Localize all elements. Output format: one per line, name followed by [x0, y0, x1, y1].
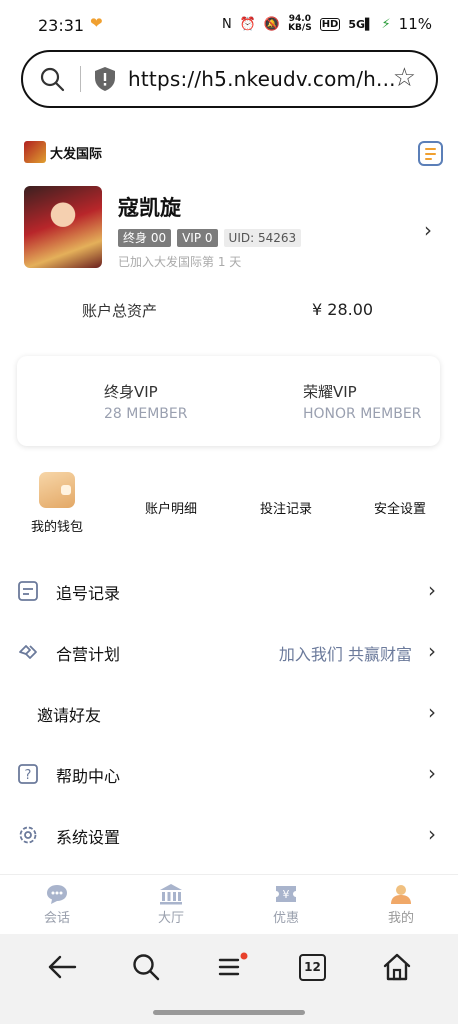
tab-hall[interactable]: 大厅 [136, 875, 206, 926]
gear-icon [19, 826, 37, 844]
signal-type: 5G [348, 17, 366, 31]
signal-icon: 5G▌ [348, 17, 374, 31]
tab-chat-label: 会话 [43, 911, 70, 926]
gesture-home-bar[interactable] [153, 1010, 305, 1015]
brand-logo: 大发国际 [24, 141, 102, 163]
tab-promo[interactable]: ¥ 优惠 [251, 875, 321, 926]
bank-icon [160, 884, 182, 905]
battery-icon: ⚡ [381, 16, 391, 32]
menu-item-chase-record[interactable]: 追号记录 › [0, 561, 458, 622]
lifetime-vip-sub: 28 MEMBER [104, 406, 188, 422]
status-bar: 23:31 ❤ N ⏰ 🔕 94.0 KB/S HD 5G▌ ⚡ 11% [0, 0, 458, 52]
chevron-right-icon: › [428, 578, 436, 602]
url-text[interactable]: https://h5.nkeudv.com/h... [128, 67, 396, 91]
wallet-button[interactable]: 我的钱包 [31, 516, 83, 535]
wallet-clasp [61, 485, 71, 495]
net-speed-unit: KB/S [288, 23, 312, 33]
status-time: 23:31 [38, 16, 85, 35]
hd-icon: HD [319, 17, 341, 31]
list-doc-icon [18, 581, 38, 601]
bookmark-star-icon[interactable]: ☆ [393, 63, 416, 93]
vip-card: 终身VIP 28 MEMBER 荣耀VIP HONOR MEMBER [17, 356, 440, 446]
member-badges: 终身 00 VIP 0 UID: 54263 [118, 229, 302, 247]
honor-vip-title[interactable]: 荣耀VIP [303, 381, 357, 402]
address-bar[interactable]: https://h5.nkeudv.com/h... ☆ [21, 50, 438, 108]
search-icon[interactable] [39, 66, 65, 92]
status-icons: N ⏰ 🔕 94.0 KB/S HD 5G▌ ⚡ 11% [221, 15, 432, 34]
url-divider [80, 66, 81, 92]
chevron-right-icon: › [428, 639, 436, 663]
honor-vip-sub: HONOR MEMBER [303, 406, 422, 422]
menu-item-invite-friends[interactable]: 邀请好友 › [0, 683, 458, 744]
svg-text:?: ? [25, 768, 32, 783]
search-icon[interactable] [131, 952, 161, 982]
chevron-right-icon: › [428, 761, 436, 785]
vip-badge: VIP 0 [177, 229, 218, 247]
net-speed: 94.0 KB/S [288, 15, 312, 33]
menu-line [425, 148, 436, 150]
brand-name: 大发国际 [50, 146, 103, 162]
coupon-yen-icon: ¥ [276, 886, 296, 902]
bottom-tab-bar: 会话 大厅 ¥ 优惠 我的 [0, 874, 458, 934]
mute-icon: 🔕 [263, 16, 281, 32]
chevron-right-icon: › [428, 822, 436, 846]
shield-icon[interactable] [93, 66, 117, 92]
total-assets-value: ¥ 28.00 [312, 300, 374, 319]
brand-logo-image [24, 141, 46, 163]
menu-item-label: 合营计划 [56, 645, 121, 664]
lifetime-vip-title[interactable]: 终身VIP [104, 381, 158, 402]
nfc-icon: N [221, 16, 232, 32]
tab-count-button[interactable]: 12 [299, 954, 326, 981]
menu-item-label: 邀请好友 [37, 706, 102, 725]
svg-text:¥: ¥ [283, 888, 290, 901]
menu-item-help-center[interactable]: ? 帮助中心 › [0, 744, 458, 805]
user-icon [391, 885, 411, 904]
avatar[interactable] [24, 186, 102, 268]
security-settings-button[interactable]: 安全设置 [374, 498, 426, 517]
joined-days: 已加入大发国际第 1 天 [118, 255, 242, 269]
help-icon: ? [18, 764, 38, 784]
lifetime-badge: 终身 00 [118, 229, 172, 247]
menu-line [425, 153, 436, 155]
menu-button[interactable] [418, 141, 443, 166]
partnership-slogan: 加入我们 共赢财富 [278, 645, 412, 664]
app-notification-icon: ❤ [90, 14, 103, 32]
wallet-icon[interactable] [39, 472, 75, 508]
menu-icon[interactable] [216, 952, 250, 982]
tab-promo-label: 优惠 [272, 911, 299, 926]
uid-badge: UID: 54263 [223, 229, 302, 247]
tab-mine-label: 我的 [387, 911, 414, 926]
profile-chevron-right-icon[interactable]: › [424, 218, 432, 242]
account-detail-button[interactable]: 账户明细 [145, 498, 197, 517]
handshake-icon [19, 645, 37, 659]
menu-item-partnership[interactable]: 合营计划 加入我们 共赢财富 › [0, 622, 458, 683]
back-arrow-icon[interactable] [46, 952, 78, 982]
alarm-icon: ⏰ [239, 16, 256, 32]
menu-item-label: 追号记录 [56, 584, 121, 603]
chat-bubble-icon [47, 885, 67, 904]
home-icon[interactable] [382, 952, 412, 982]
username: 寇凯旋 [118, 196, 181, 220]
menu-item-system-settings[interactable]: 系统设置 › [0, 805, 458, 866]
battery-level: 11% [398, 15, 432, 33]
menu-item-label: 帮助中心 [56, 767, 121, 786]
tab-hall-label: 大厅 [157, 911, 184, 926]
menu-item-label: 系统设置 [56, 828, 121, 847]
tab-chat[interactable]: 会话 [22, 875, 92, 926]
menu-line [425, 158, 432, 160]
total-assets-label: 账户总资产 [82, 302, 158, 320]
bet-record-button[interactable]: 投注记录 [260, 498, 312, 517]
tab-mine[interactable]: 我的 [366, 875, 436, 926]
chevron-right-icon: › [428, 700, 436, 724]
